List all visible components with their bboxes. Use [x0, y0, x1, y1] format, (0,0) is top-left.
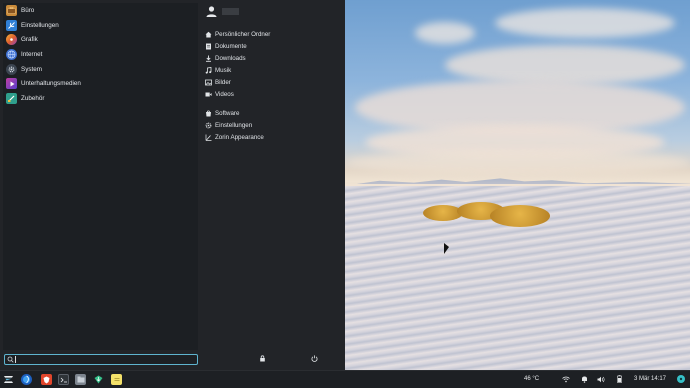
place-label: Downloads	[215, 54, 246, 62]
video-icon	[204, 90, 212, 98]
files-icon[interactable]	[75, 374, 86, 385]
lock-icon	[259, 355, 266, 364]
category-label: Einstellungen	[21, 21, 59, 29]
home-icon	[204, 30, 212, 38]
place-pictures[interactable]: Bilder	[204, 76, 344, 88]
zorin-connect-icon[interactable]	[677, 375, 685, 383]
gear-icon	[204, 121, 212, 129]
place-label: Videos	[215, 90, 234, 98]
appearance-icon	[204, 133, 212, 141]
temperature-indicator[interactable]: 46 °C	[524, 376, 539, 382]
places-list: Persönlicher Ordner Dokumente Downloads …	[204, 28, 344, 143]
music-icon	[204, 66, 212, 74]
volume-icon[interactable]	[597, 375, 605, 383]
start-menu: Büro Einstellungen Grafik Internet Syste…	[0, 0, 345, 370]
category-buero[interactable]: Büro	[3, 3, 198, 18]
lock-button[interactable]	[258, 355, 267, 364]
system-software[interactable]: Software	[204, 107, 344, 119]
terminal-icon[interactable]	[58, 374, 69, 385]
category-grafik[interactable]: Grafik	[3, 32, 198, 47]
place-downloads[interactable]: Downloads	[204, 52, 344, 64]
power-icon	[311, 355, 318, 364]
clock[interactable]: 3 Mär 14:17	[634, 376, 666, 382]
document-icon	[204, 42, 212, 50]
place-documents[interactable]: Dokumente	[204, 40, 344, 52]
system-zorin-appearance[interactable]: Zorin Appearance	[204, 131, 344, 143]
briefcase-icon	[6, 4, 17, 16]
browser-icon[interactable]	[21, 374, 32, 385]
image-icon	[204, 78, 212, 86]
system-settings[interactable]: Einstellungen	[204, 119, 344, 131]
category-label: Büro	[21, 6, 35, 14]
user-profile[interactable]	[205, 5, 239, 18]
place-music[interactable]: Musik	[204, 64, 344, 76]
system-icon	[6, 63, 17, 75]
category-list: Büro Einstellungen Grafik Internet Syste…	[3, 3, 198, 350]
mouse-pointer	[444, 243, 449, 254]
category-einstellungen[interactable]: Einstellungen	[3, 18, 198, 33]
notification-bell-icon[interactable]	[580, 375, 588, 383]
battery-icon[interactable]	[615, 375, 623, 383]
place-label: Einstellungen	[215, 121, 253, 129]
search-input[interactable]	[16, 355, 186, 364]
category-system[interactable]: System	[3, 62, 198, 77]
settings-icon	[6, 19, 17, 31]
download-icon	[204, 54, 212, 62]
search-icon	[5, 355, 15, 364]
taskbar: 46 °C 3 Mär 14:17	[0, 370, 690, 388]
place-label: Persönlicher Ordner	[215, 30, 271, 38]
globe-icon	[6, 48, 17, 60]
media-icon	[6, 78, 17, 90]
brave-browser-icon[interactable]	[41, 374, 52, 385]
accessories-icon	[6, 92, 17, 104]
search-field[interactable]	[4, 354, 198, 365]
notes-icon[interactable]	[111, 374, 122, 385]
software-store-icon[interactable]	[93, 374, 104, 385]
power-button[interactable]	[310, 355, 319, 364]
category-zubehoer[interactable]: Zubehör	[3, 91, 198, 106]
category-label: Internet	[21, 50, 43, 58]
place-label: Musik	[215, 66, 232, 74]
place-videos[interactable]: Videos	[204, 88, 344, 100]
desktop-wallpaper	[345, 0, 690, 370]
category-unterhaltungsmedien[interactable]: Unterhaltungsmedien	[3, 76, 198, 91]
category-label: System	[21, 65, 42, 73]
category-label: Grafik	[21, 36, 38, 44]
place-label: Software	[215, 109, 240, 117]
category-internet[interactable]: Internet	[3, 47, 198, 62]
place-label: Dokumente	[215, 42, 247, 50]
category-label: Unterhaltungsmedien	[21, 80, 81, 88]
user-name	[222, 8, 239, 15]
place-label: Bilder	[215, 78, 231, 86]
zorin-menu-icon[interactable]	[3, 374, 14, 385]
category-label: Zubehör	[21, 94, 45, 102]
place-home[interactable]: Persönlicher Ordner	[204, 28, 344, 40]
user-avatar-icon	[205, 5, 218, 18]
graphics-icon	[6, 34, 17, 46]
software-icon	[204, 109, 212, 117]
place-label: Zorin Appearance	[215, 133, 264, 141]
network-icon[interactable]	[562, 375, 570, 383]
